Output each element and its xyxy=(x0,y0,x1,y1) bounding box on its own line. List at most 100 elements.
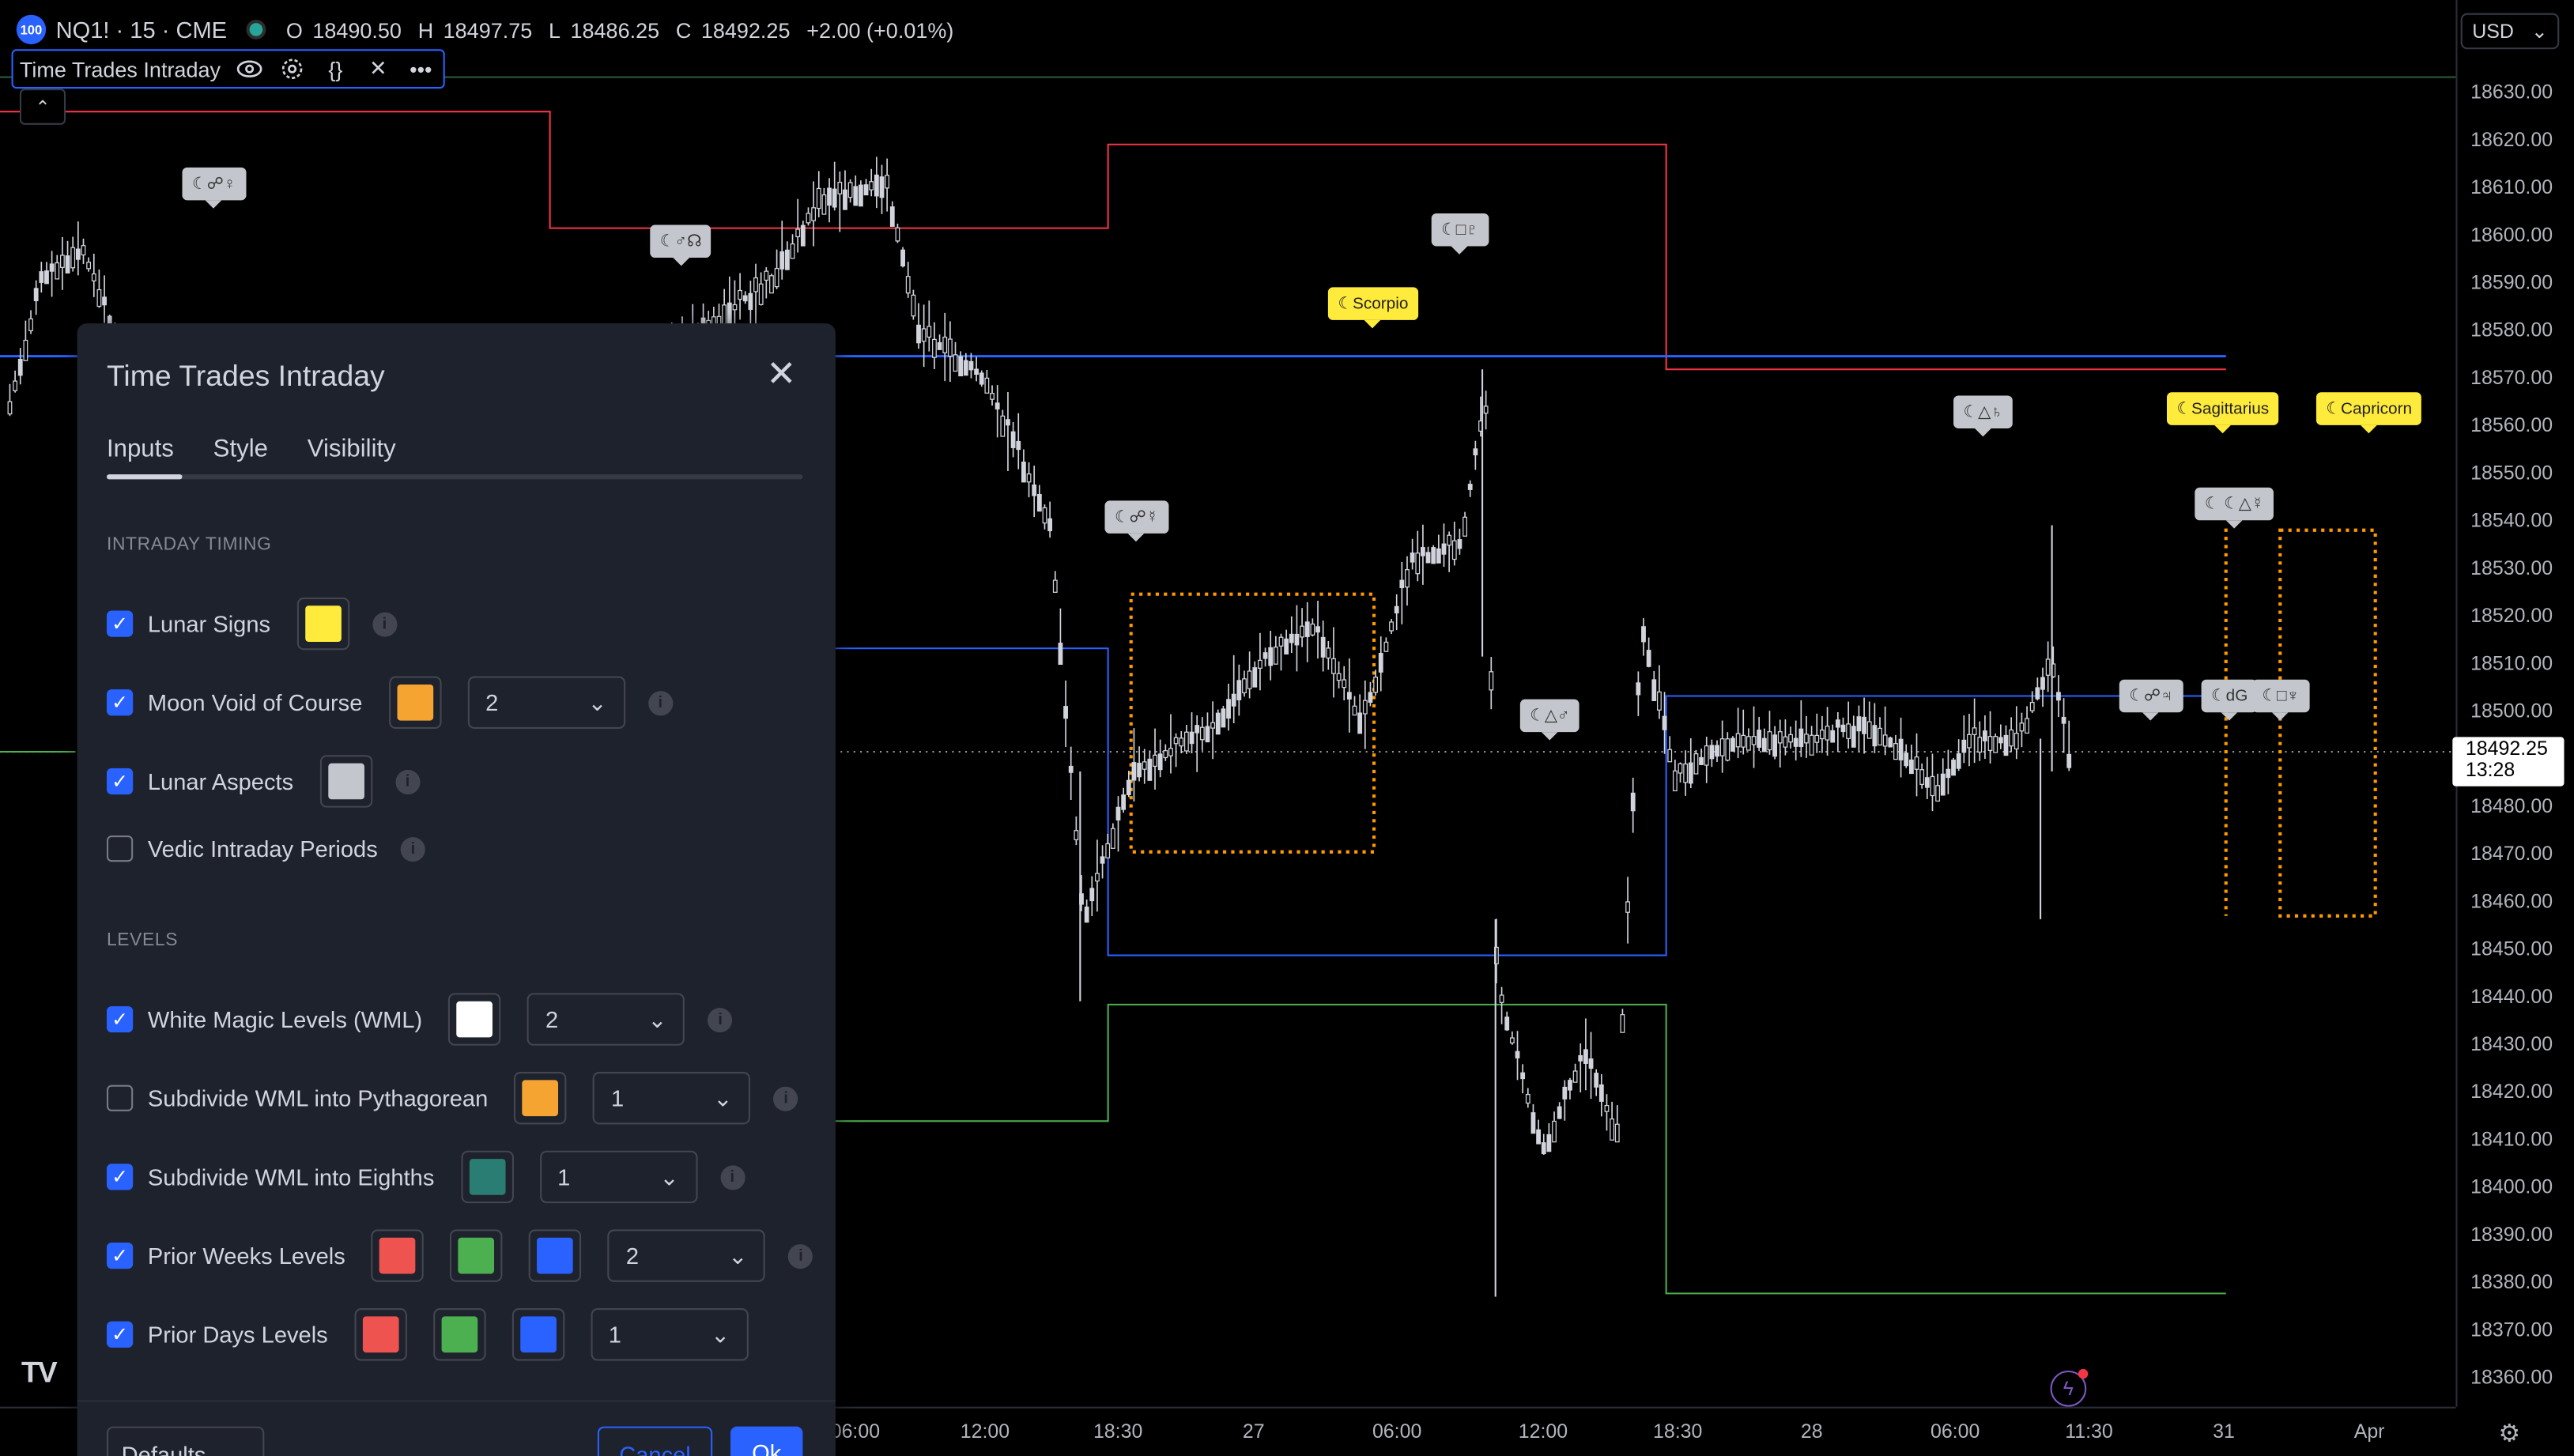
candle-body xyxy=(1546,1133,1552,1152)
info-icon[interactable]: i xyxy=(708,1006,733,1032)
prior-weeks-high-color-swatch[interactable] xyxy=(372,1229,425,1282)
info-icon[interactable]: i xyxy=(647,690,673,715)
prior-weeks-low-color-swatch[interactable] xyxy=(450,1229,504,1282)
pythagorean-width-select[interactable]: 1 ⌄ xyxy=(593,1072,751,1125)
cancel-button[interactable]: Cancel xyxy=(597,1426,713,1456)
gear-icon[interactable] xyxy=(280,56,306,82)
candle-body xyxy=(1100,856,1105,864)
tab-style[interactable]: Style xyxy=(213,435,268,462)
candle-body xyxy=(1489,671,1494,691)
price-tick-label: 18560.00 xyxy=(2470,413,2553,437)
indicator-settings-dialog: Time Trades Intraday ✕ Inputs Style Visi… xyxy=(77,323,836,1456)
candle-body xyxy=(1530,1112,1536,1134)
prior-weeks-checkbox[interactable]: ✓ xyxy=(106,1242,134,1269)
lightning-alert-icon[interactable]: ϟ xyxy=(2050,1368,2089,1407)
ok-button[interactable]: Ok xyxy=(730,1426,803,1456)
lunar-signs-checkbox[interactable]: ✓ xyxy=(106,610,134,637)
prior-days-low-color-swatch[interactable] xyxy=(432,1308,486,1361)
aspect-label[interactable]: ☾□♇ xyxy=(1431,213,1489,255)
candle-body xyxy=(879,176,885,198)
braces-icon[interactable]: {} xyxy=(323,56,349,82)
prior-days-high-color-swatch[interactable] xyxy=(353,1308,407,1361)
aspect-label[interactable]: ☾△♂ xyxy=(1519,699,1580,741)
info-icon[interactable]: i xyxy=(394,768,421,794)
more-icon[interactable]: ••• xyxy=(408,56,434,82)
lunar-sign-label[interactable]: ☾Capricorn xyxy=(2315,392,2422,434)
candle-body xyxy=(1699,756,1704,765)
eighths-color-swatch[interactable] xyxy=(460,1150,514,1204)
lunar-aspects-checkbox[interactable]: ✓ xyxy=(106,768,134,795)
prior-days-mid-color-swatch[interactable] xyxy=(511,1308,564,1361)
chevron-down-icon: ⌄ xyxy=(587,688,607,715)
info-icon[interactable]: i xyxy=(372,611,397,636)
candle-body xyxy=(1242,678,1247,694)
moon-void-width-select[interactable]: 2 ⌄ xyxy=(467,676,625,730)
pythagorean-color-swatch[interactable] xyxy=(514,1072,567,1125)
candle-body xyxy=(885,175,890,189)
wml-color-swatch[interactable] xyxy=(448,993,501,1046)
tradingview-logo[interactable]: TV xyxy=(21,1356,58,1390)
wml-width-select[interactable]: 2 ⌄ xyxy=(527,993,685,1046)
indicator-name[interactable]: Time Trades Intraday xyxy=(20,57,221,81)
info-icon[interactable]: i xyxy=(773,1085,798,1111)
candle-body xyxy=(816,187,821,209)
candle-body xyxy=(753,277,758,292)
aspect-label[interactable]: ☾♂☊ xyxy=(650,224,711,266)
candle-body xyxy=(1362,700,1368,715)
candle-body xyxy=(1751,736,1757,745)
time-tick-label: 06:00 xyxy=(830,1420,881,1443)
prior-weeks-mid-color-swatch[interactable] xyxy=(529,1229,582,1282)
time-tick-label: 11:30 xyxy=(2065,1420,2113,1443)
collapse-legend-button[interactable]: ⌃ xyxy=(19,89,66,125)
lunar-sign-label[interactable]: ☾Sagittarius xyxy=(2166,392,2279,434)
close-icon[interactable]: ✕ xyxy=(764,356,800,393)
defaults-button[interactable]: Defaults ⌄ xyxy=(106,1426,265,1456)
chart-settings-gear-icon[interactable]: ⚙ xyxy=(2498,1418,2520,1447)
info-icon[interactable]: i xyxy=(719,1164,745,1190)
candle-body xyxy=(2066,753,2072,768)
eye-icon[interactable] xyxy=(237,56,263,82)
prior-weeks-width-select[interactable]: 2 ⌄ xyxy=(608,1229,766,1282)
eighths-width-select[interactable]: 1 ⌄ xyxy=(539,1150,697,1204)
lunar-signs-color-swatch[interactable] xyxy=(296,597,349,651)
symbol-header: 100 NQ1! · 15 · CME O 18490.50 H 18497.75 … xyxy=(16,13,961,47)
candle-body xyxy=(1935,785,1941,802)
close-icon[interactable]: ✕ xyxy=(365,56,391,82)
aspect-label[interactable]: ☾□♆ xyxy=(2251,679,2309,721)
tab-visibility[interactable]: Visibility xyxy=(308,435,396,462)
indicator-legend[interactable]: Time Trades Intraday {} ✕ ••• xyxy=(11,49,446,89)
aspect-label[interactable]: ☾dG xyxy=(2201,679,2258,721)
tab-inputs[interactable]: Inputs xyxy=(107,435,174,462)
candle-body xyxy=(905,276,911,294)
candle-body xyxy=(1010,431,1016,448)
lunar-aspects-color-swatch[interactable] xyxy=(319,755,372,808)
candle-body xyxy=(1888,737,1893,748)
lunar-aspects-label: Lunar Aspects xyxy=(147,768,294,795)
candle-body xyxy=(1504,1017,1510,1031)
candle-body xyxy=(1578,1054,1583,1062)
candle-body xyxy=(65,255,70,273)
moon-void-checkbox[interactable]: ✓ xyxy=(106,689,134,716)
lunar-sign-label[interactable]: ☾Scorpio xyxy=(1327,287,1418,329)
aspect-label[interactable]: ☾☍♃ xyxy=(2119,679,2183,721)
pythagorean-checkbox[interactable] xyxy=(106,1084,134,1111)
eighths-checkbox[interactable]: ✓ xyxy=(106,1164,134,1190)
candle-body xyxy=(1074,830,1079,840)
aspect-label[interactable]: ☾☍♀ xyxy=(182,167,246,209)
symbol-title[interactable]: NQ1! · 15 · CME xyxy=(56,17,227,43)
aspect-label[interactable]: ☾ ☾△☿ xyxy=(2195,487,2274,529)
vedic-checkbox[interactable] xyxy=(106,835,134,862)
info-icon[interactable]: i xyxy=(788,1243,813,1269)
candle-body xyxy=(1967,734,1972,749)
wml-checkbox[interactable]: ✓ xyxy=(106,1005,134,1033)
moon-void-color-swatch[interactable] xyxy=(388,676,442,730)
candle-body xyxy=(1856,716,1862,732)
prior-days-checkbox[interactable]: ✓ xyxy=(106,1321,134,1348)
market-status-icon[interactable] xyxy=(246,19,266,40)
prior-days-width-select[interactable]: 1 ⌄ xyxy=(590,1308,749,1361)
aspect-label[interactable]: ☾△♄ xyxy=(1953,395,2014,437)
aspect-label[interactable]: ☾☍☿ xyxy=(1104,500,1168,542)
candle-body xyxy=(1115,806,1121,820)
info-icon[interactable]: i xyxy=(400,836,426,862)
select-value: 2 xyxy=(545,1005,559,1033)
